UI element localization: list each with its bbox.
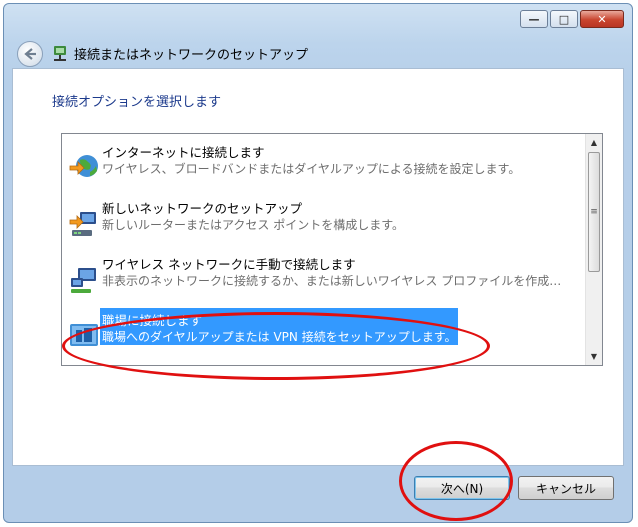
option-description: 非表示のネットワークに接続するか、または新しいワイヤレス プロファイルを作成… [102, 274, 562, 288]
back-button[interactable] [17, 41, 43, 67]
instruction-text: 接続オプションを選択します [52, 95, 222, 110]
vertical-scrollbar[interactable]: ▲ ≡ ▼ [585, 134, 602, 365]
scroll-thumb[interactable]: ≡ [588, 152, 600, 272]
minimize-button[interactable]: — [520, 10, 548, 28]
option-wireless-manual[interactable]: ワイヤレス ネットワークに手動で接続します 非表示のネットワークに接続するか、ま… [62, 250, 582, 302]
option-description: ワイヤレス、ブロードバンドまたはダイヤルアップによる接続を設定します。 [102, 162, 521, 176]
window-title: 接続またはネットワークのセットアップ [74, 48, 309, 63]
scroll-up-button[interactable]: ▲ [586, 134, 602, 151]
option-workplace[interactable]: 職場に接続します 職場へのダイヤルアップまたは VPN 接続をセットアップします… [62, 306, 582, 358]
wizard-content: 接続オプションを選択します インターネットに接続します ワイヤレス、ブロードバン… [12, 68, 624, 466]
option-title: インターネットに接続します [102, 145, 265, 160]
network-setup-icon [54, 46, 66, 61]
scroll-down-button[interactable]: ▼ [586, 348, 602, 365]
connection-options-list[interactable]: インターネットに接続します ワイヤレス、ブロードバンドまたはダイヤルアップによる… [61, 133, 603, 366]
option-title: ワイヤレス ネットワークに手動で接続します [102, 257, 356, 272]
option-description: 職場へのダイヤルアップまたは VPN 接続をセットアップします。 [102, 330, 457, 344]
router-icon [69, 212, 96, 236]
option-title: 職場に接続します [102, 313, 203, 328]
option-description: 新しいルーターまたはアクセス ポイントを構成します。 [102, 218, 405, 232]
window-controls: — □ ✕ [520, 10, 624, 28]
option-new-network[interactable]: 新しいネットワークのセットアップ 新しいルーターまたはアクセス ポイントを構成し… [62, 194, 582, 246]
wireless-network-icon [71, 268, 96, 293]
wizard-window: — □ ✕ 接続またはネットワークのセットアップ 接続オプションを選択します イ… [3, 3, 633, 523]
globe-network-icon [69, 155, 98, 177]
close-button[interactable]: ✕ [580, 10, 624, 28]
maximize-button[interactable]: □ [550, 10, 578, 28]
next-button[interactable]: 次へ(N) [414, 476, 510, 500]
back-arrow-icon [24, 48, 36, 60]
option-internet[interactable]: インターネットに接続します ワイヤレス、ブロードバンドまたはダイヤルアップによる… [62, 138, 582, 190]
cancel-button[interactable]: キャンセル [518, 476, 614, 500]
option-title: 新しいネットワークのセットアップ [102, 201, 303, 216]
workplace-vpn-icon [70, 324, 98, 346]
